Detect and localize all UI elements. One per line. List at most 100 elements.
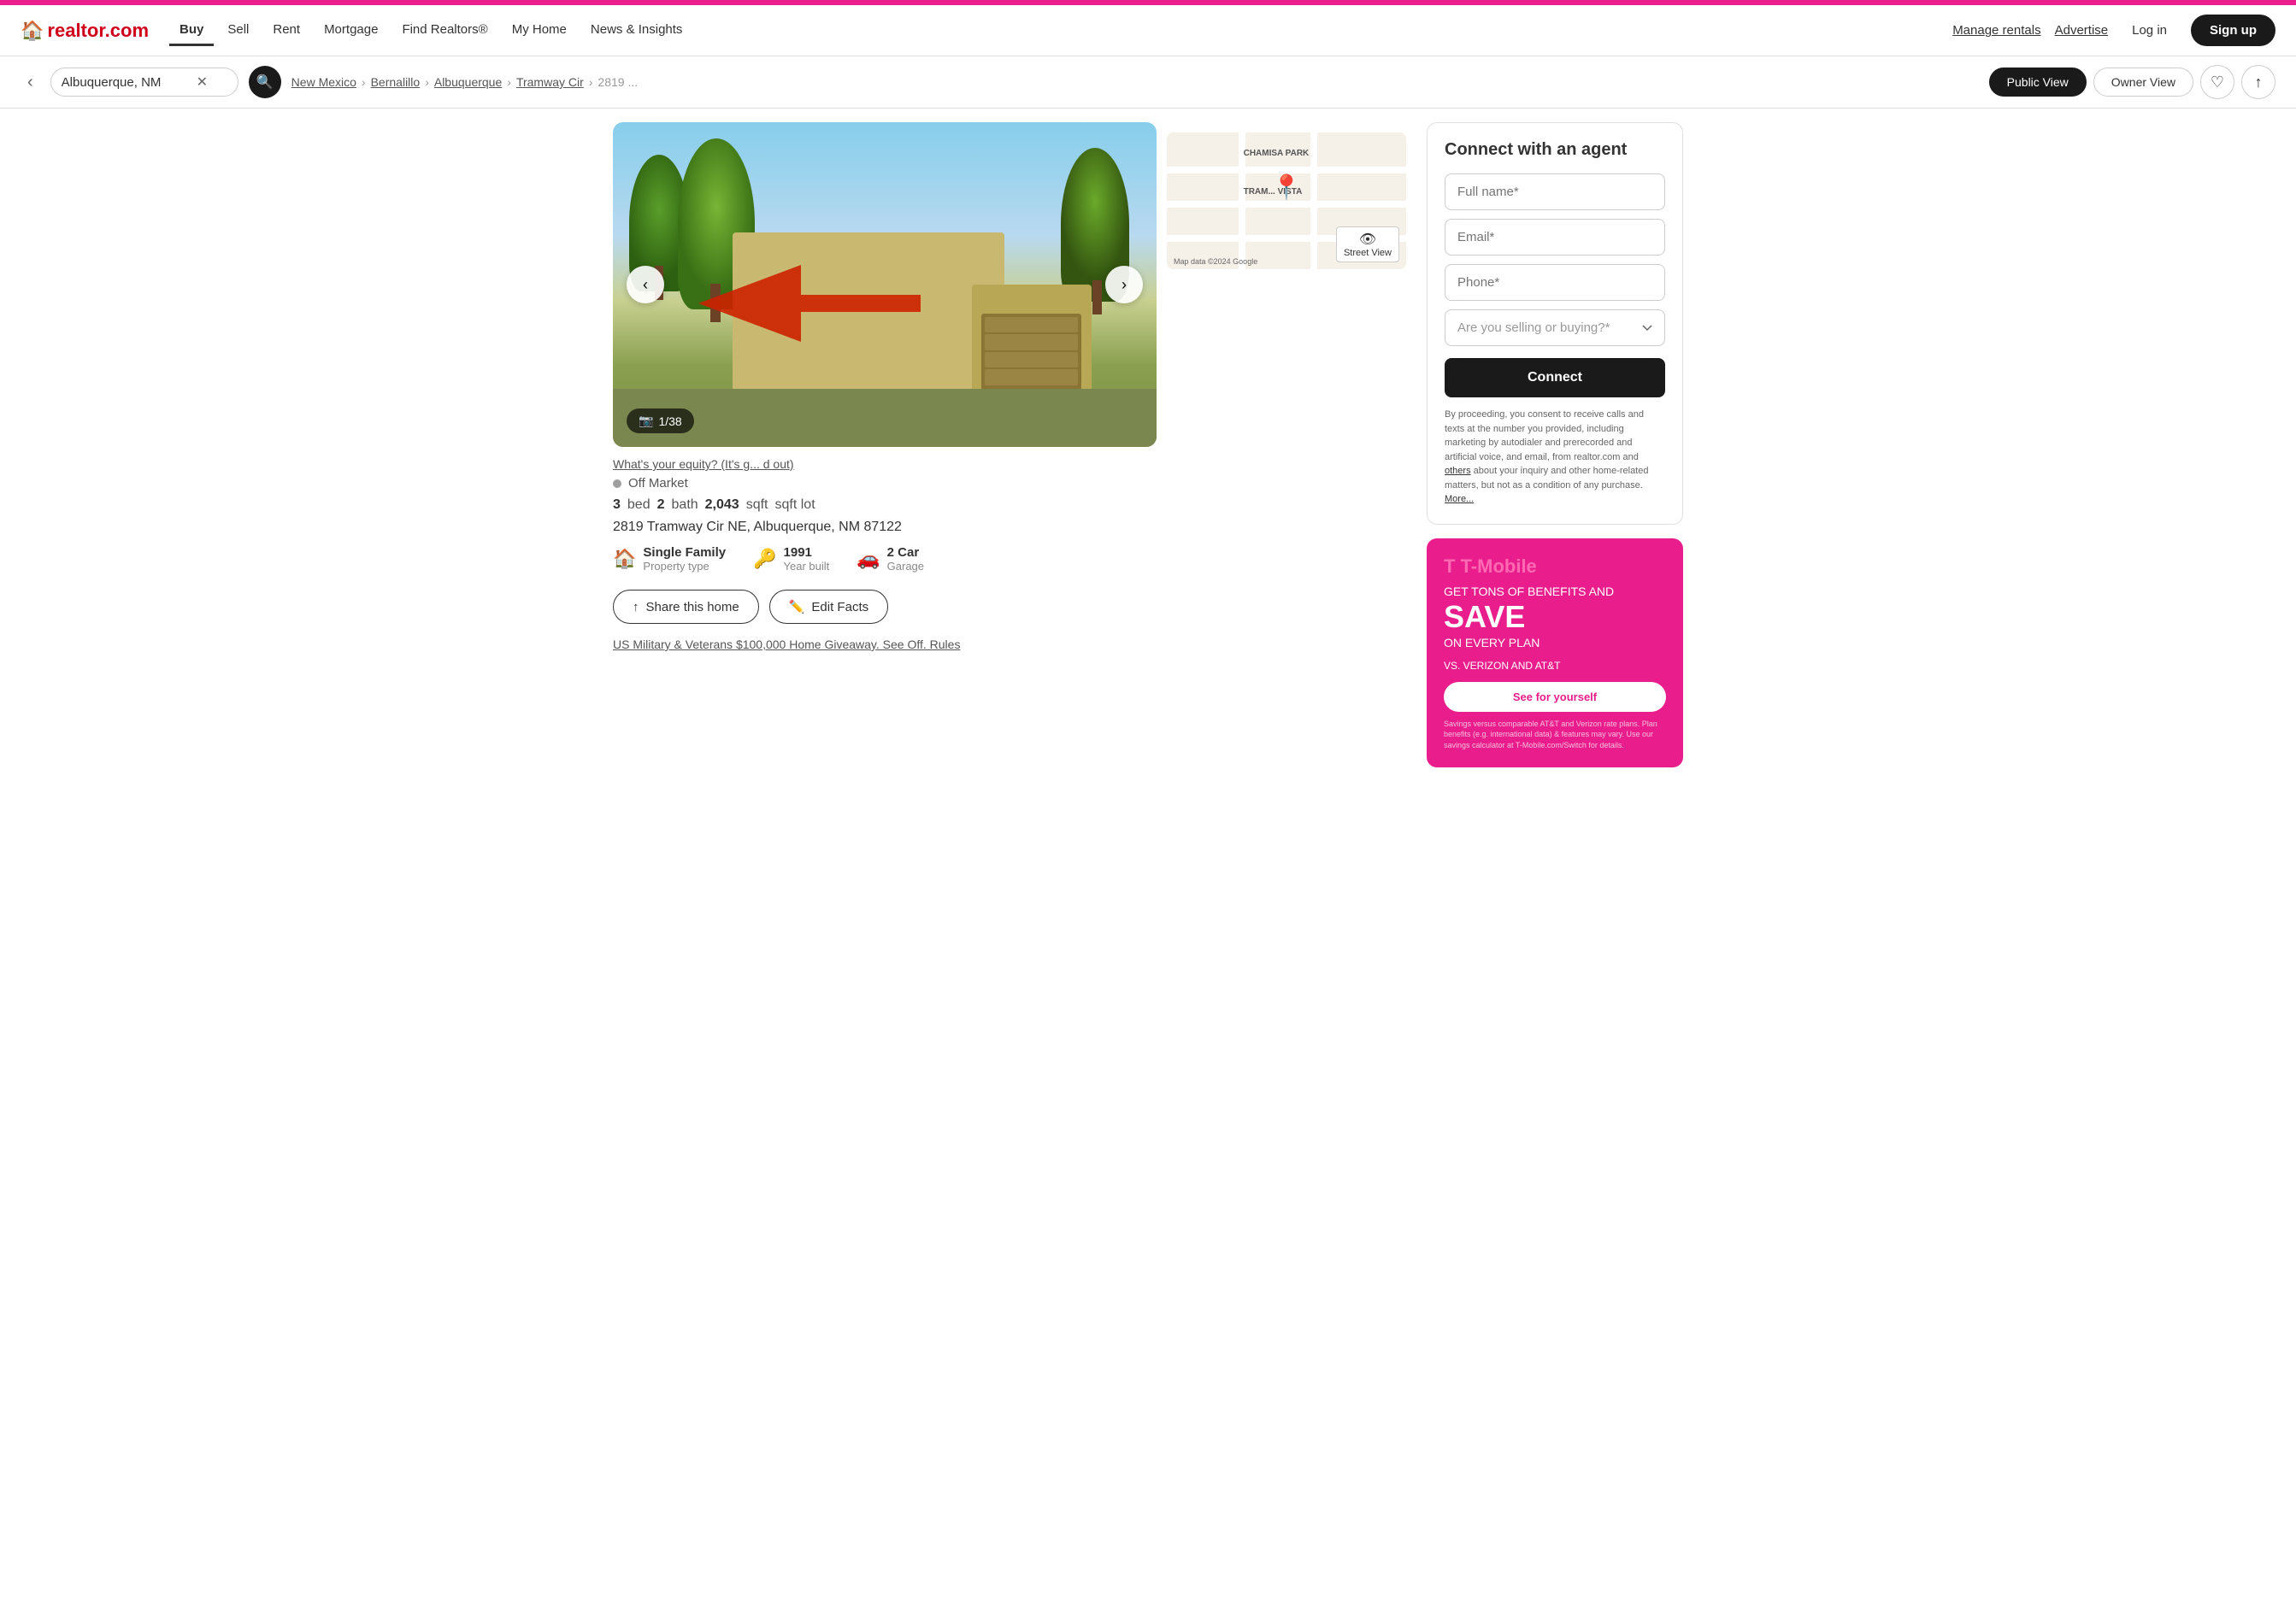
property-photo-container: ‹ › 📷 1/38 bbox=[613, 122, 1157, 447]
share-icon: ↑ bbox=[2255, 73, 2263, 91]
garage-panel-1 bbox=[985, 317, 1079, 332]
ad-sub-text: ON EVERY PLAN bbox=[1444, 636, 1666, 649]
breadcrumb-state[interactable]: New Mexico bbox=[291, 75, 356, 89]
nav-right: Manage rentals Advertise Log in Sign up bbox=[1952, 15, 2275, 46]
photo-prev-button[interactable]: ‹ bbox=[627, 266, 664, 303]
photo-next-button[interactable]: › bbox=[1105, 266, 1143, 303]
tree-trunk-3 bbox=[1092, 280, 1102, 314]
full-name-input[interactable] bbox=[1445, 173, 1665, 210]
navbar: 🏠 realtor.com Buy Sell Rent Mortgage Fin… bbox=[0, 5, 2296, 56]
right-column: Connect with an agent Are you selling or… bbox=[1427, 109, 1683, 767]
advertise-link[interactable]: Advertise bbox=[2055, 23, 2109, 38]
manage-rentals-link[interactable]: Manage rentals bbox=[1952, 23, 2040, 38]
year-built-value: 1991 bbox=[784, 545, 830, 560]
house-garage bbox=[972, 285, 1092, 389]
email-input[interactable] bbox=[1445, 219, 1665, 256]
home-icon: 🏠 bbox=[613, 548, 636, 570]
nav-rent[interactable]: Rent bbox=[262, 15, 310, 46]
breadcrumb-city[interactable]: Albuquerque bbox=[434, 75, 502, 89]
selling-buying-select[interactable]: Are you selling or buying?* Buying Selli… bbox=[1445, 309, 1665, 346]
nav-find-realtors[interactable]: Find Realtors® bbox=[391, 15, 497, 46]
year-built-item: 🔑 1991 Year built bbox=[753, 545, 829, 573]
connect-button[interactable]: Connect bbox=[1445, 358, 1665, 397]
lot-sqft-label: sqft lot bbox=[775, 497, 815, 513]
tree-trunk-2 bbox=[710, 284, 721, 322]
action-buttons: ↑ Share this home ✏️ Edit Facts bbox=[613, 590, 1157, 624]
neighborhood-label: CHAMISA PARK bbox=[1244, 149, 1310, 158]
property-type-label: Property type bbox=[643, 560, 726, 573]
equity-link[interactable]: What's your equity? (It's g... d out) bbox=[613, 457, 1157, 471]
nav-my-home[interactable]: My Home bbox=[502, 15, 577, 46]
ad-card: T T-Mobile GET TONS OF BENEFITS AND SAVE… bbox=[1427, 538, 1683, 768]
camera-icon: 📷 bbox=[639, 414, 653, 428]
garage-panel-3 bbox=[985, 352, 1079, 367]
search-box: ✕ bbox=[50, 68, 238, 97]
left-column: ‹ › 📷 1/38 What's your equity? (It's g..… bbox=[613, 109, 1427, 767]
photo-map-row: ‹ › 📷 1/38 What's your equity? (It's g..… bbox=[613, 122, 1406, 651]
bed-label: bed bbox=[627, 497, 651, 513]
property-type-item: 🏠 Single Family Property type bbox=[613, 545, 726, 573]
garage-icon: 🚗 bbox=[857, 548, 880, 570]
chevron-icon-2: › bbox=[425, 75, 429, 89]
ad-cta-button[interactable]: See for yourself bbox=[1444, 682, 1666, 712]
edit-facts-button[interactable]: ✏️ Edit Facts bbox=[769, 590, 888, 624]
property-type-value: Single Family bbox=[643, 545, 726, 560]
search-row: ‹ ✕ 🔍 New Mexico › Bernalillo › Albuquer… bbox=[0, 56, 2296, 109]
sqft-label: sqft bbox=[746, 497, 768, 513]
garage-item: 🚗 2 Car Garage bbox=[857, 545, 924, 573]
nav-mortgage[interactable]: Mortgage bbox=[314, 15, 388, 46]
map-thumbnail[interactable]: CHAMISA PARK TRAM... VISTA 📍 👁 Street Vi… bbox=[1167, 132, 1406, 269]
status-row: Off Market bbox=[613, 476, 1157, 491]
logo[interactable]: 🏠 realtor.com bbox=[21, 20, 149, 42]
share-button[interactable]: ↑ bbox=[2241, 65, 2275, 99]
photo-section: ‹ › 📷 1/38 What's your equity? (It's g..… bbox=[613, 122, 1157, 651]
owner-view-button[interactable]: Owner View bbox=[2093, 68, 2193, 97]
main-content: ‹ › 📷 1/38 What's your equity? (It's g..… bbox=[592, 109, 1704, 767]
public-view-button[interactable]: Public View bbox=[1989, 68, 2087, 97]
search-input[interactable] bbox=[62, 75, 190, 90]
search-button[interactable]: 🔍 bbox=[249, 66, 281, 98]
nav-sell[interactable]: Sell bbox=[217, 15, 259, 46]
street-view-label: Street View bbox=[1344, 248, 1392, 258]
consent-text: By proceeding, you consent to receive ca… bbox=[1445, 408, 1665, 507]
street-view-button[interactable]: 👁 Street View bbox=[1336, 226, 1399, 262]
year-built-text: 1991 Year built bbox=[784, 545, 830, 573]
login-button[interactable]: Log in bbox=[2122, 16, 2177, 44]
ground bbox=[613, 389, 1157, 447]
agent-connect-card: Connect with an agent Are you selling or… bbox=[1427, 122, 1683, 525]
property-stats: 3 bed 2 bath 2,043 sqft sqft lot bbox=[613, 497, 1157, 513]
chevron-icon-3: › bbox=[507, 75, 511, 89]
breadcrumb-street[interactable]: Tramway Cir bbox=[516, 75, 584, 89]
ad-brand-logo: T T-Mobile bbox=[1444, 555, 1666, 578]
phone-input[interactable] bbox=[1445, 264, 1665, 301]
clear-search-icon[interactable]: ✕ bbox=[197, 73, 208, 91]
view-toggle: Public View Owner View ♡ ↑ bbox=[1989, 65, 2275, 99]
chevron-icon-1: › bbox=[362, 75, 366, 89]
heart-icon: ♡ bbox=[2211, 73, 2224, 91]
ad-main-text: SAVE bbox=[1444, 602, 1666, 632]
consent-more-link[interactable]: More... bbox=[1445, 494, 1474, 504]
house-body bbox=[733, 232, 1004, 388]
ad-tagline: VS. VERIZON AND AT&T bbox=[1444, 660, 1666, 672]
map-data-footer: Map data ©2024 Google bbox=[1174, 257, 1257, 266]
favorite-button[interactable]: ♡ bbox=[2200, 65, 2234, 99]
bed-count: 3 bbox=[613, 497, 621, 513]
signup-button[interactable]: Sign up bbox=[2191, 15, 2275, 46]
sqft-value: 2,043 bbox=[705, 497, 739, 513]
breadcrumb-county[interactable]: Bernalillo bbox=[371, 75, 421, 89]
map-pin: 📍 bbox=[1272, 173, 1302, 202]
consent-others-link[interactable]: others bbox=[1445, 466, 1471, 476]
share-home-button[interactable]: ↑ Share this home bbox=[613, 590, 759, 624]
t-mobile-icon: T bbox=[1444, 555, 1455, 577]
nav-buy[interactable]: Buy bbox=[169, 15, 214, 46]
calendar-icon: 🔑 bbox=[753, 548, 776, 570]
nav-news[interactable]: News & Insights bbox=[580, 15, 693, 46]
nav-links: Buy Sell Rent Mortgage Find Realtors® My… bbox=[169, 15, 1932, 46]
breadcrumb: New Mexico › Bernalillo › Albuquerque › … bbox=[291, 75, 1979, 89]
giveaway-link[interactable]: US Military & Veterans $100,000 Home Giv… bbox=[613, 638, 1157, 651]
search-icon: 🔍 bbox=[256, 73, 274, 91]
map-road-v2 bbox=[1310, 132, 1317, 269]
bath-count: 2 bbox=[657, 497, 665, 513]
year-built-label: Year built bbox=[784, 560, 830, 573]
back-arrow-icon[interactable]: ‹ bbox=[21, 69, 40, 96]
